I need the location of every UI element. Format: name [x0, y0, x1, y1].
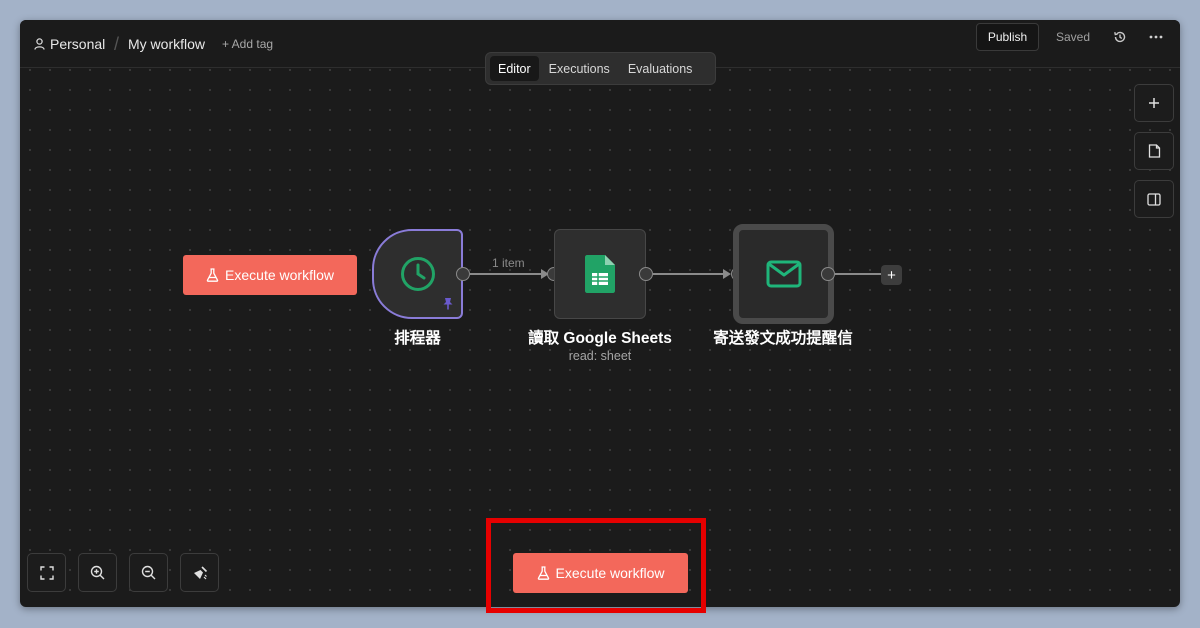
broom-icon: [193, 565, 207, 579]
node-scheduler[interactable]: [372, 229, 463, 319]
sheets-label: 讀取 Google Sheets: [528, 330, 672, 347]
email-label: 寄送發文成功提醒信: [713, 330, 853, 347]
highlight-box: [486, 518, 706, 613]
email-output-handle[interactable]: [821, 267, 835, 281]
node-send-email[interactable]: [733, 224, 834, 324]
execute-workflow-trigger-button[interactable]: Execute workflow: [183, 255, 357, 295]
fit-view-icon: [39, 565, 54, 580]
node-google-sheets[interactable]: [554, 229, 646, 319]
execute-workflow-label: Execute workflow: [225, 267, 334, 283]
zoom-out-icon: [141, 565, 156, 580]
edge-item-count: 1 item: [492, 256, 525, 270]
flask-icon: [206, 268, 219, 282]
clock-icon: [400, 257, 435, 291]
fit-view-button[interactable]: [27, 553, 66, 592]
sheets-output-handle[interactable]: [639, 267, 653, 281]
scheduler-label: 排程器: [394, 330, 441, 347]
tidy-up-button[interactable]: [180, 553, 219, 592]
sheets-subtitle: read: sheet: [568, 349, 632, 363]
add-next-node-button[interactable]: +: [881, 265, 902, 285]
pin-icon: [443, 298, 453, 310]
zoom-in-icon: [90, 565, 105, 580]
mail-icon: [766, 260, 801, 288]
zoom-in-button[interactable]: [78, 553, 117, 592]
google-sheets-icon: [585, 255, 615, 293]
zoom-out-button[interactable]: [129, 553, 168, 592]
scheduler-output-handle[interactable]: [456, 267, 470, 281]
